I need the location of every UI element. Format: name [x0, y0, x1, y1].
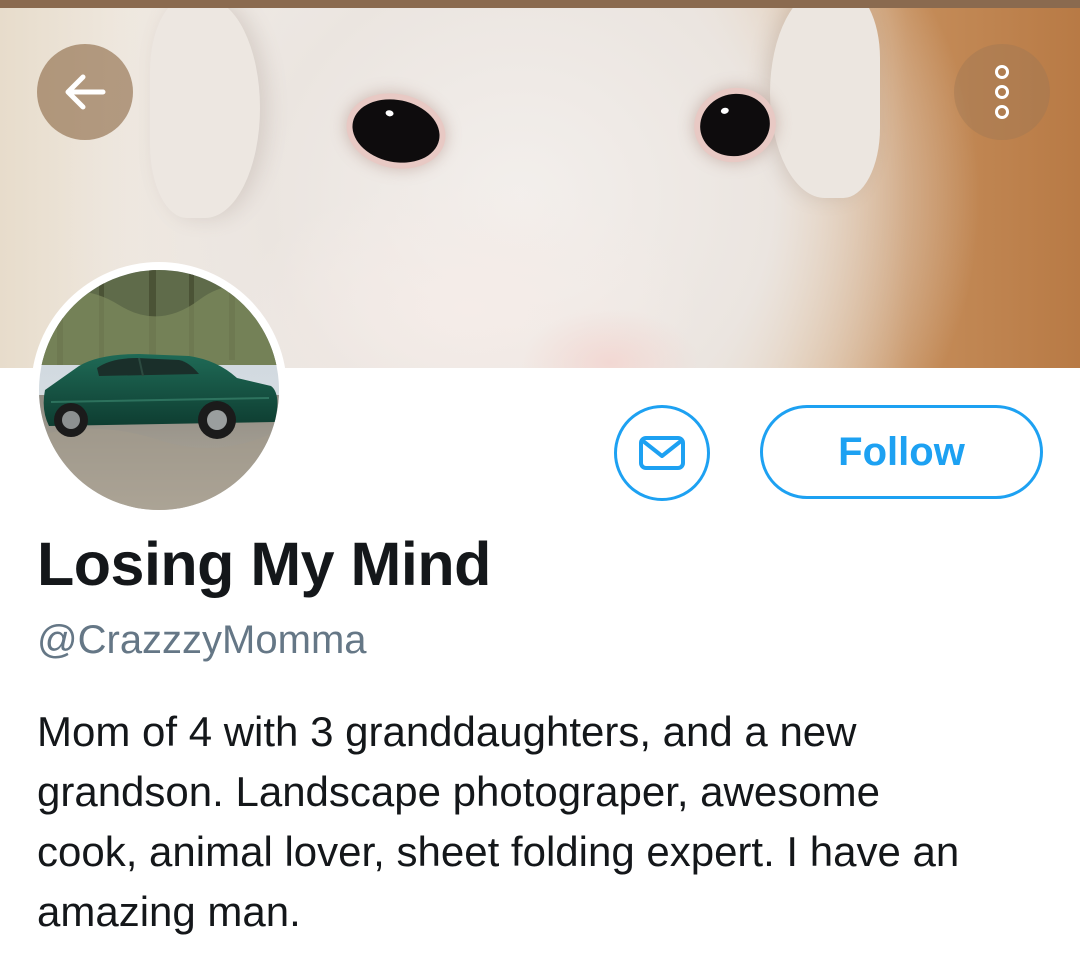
- profile-bio: Mom of 4 with 3 granddaughters, and a ne…: [37, 702, 1037, 942]
- bio-line: grandson. Landscape photograper, awesome: [37, 768, 880, 815]
- banner-dog-ear-left: [150, 8, 260, 218]
- avatar-photo-car: [39, 270, 279, 510]
- top-status-strip: [0, 0, 1080, 8]
- banner-dog-eye-right: [694, 87, 776, 163]
- profile-handle: @CrazzzyMomma: [37, 618, 367, 662]
- bio-line: cook, animal lover, sheet folding expert…: [37, 828, 960, 875]
- profile-avatar[interactable]: [31, 262, 287, 518]
- message-button[interactable]: [614, 405, 710, 501]
- banner-dog-eye-left: [346, 91, 446, 171]
- bio-line: amazing man.: [37, 888, 301, 935]
- more-options-button[interactable]: [954, 44, 1050, 140]
- envelope-icon: [639, 436, 685, 470]
- banner-dog-ear-right: [770, 8, 880, 198]
- follow-button[interactable]: Follow: [760, 405, 1043, 499]
- profile-display-name: Losing My Mind: [37, 530, 491, 598]
- bio-line: Mom of 4 with 3 granddaughters, and a ne…: [37, 708, 857, 755]
- arrow-left-icon: [65, 74, 106, 110]
- banner-dog-muzzle: [520, 308, 700, 368]
- back-button[interactable]: [37, 44, 133, 140]
- more-vertical-icon: [995, 65, 1009, 119]
